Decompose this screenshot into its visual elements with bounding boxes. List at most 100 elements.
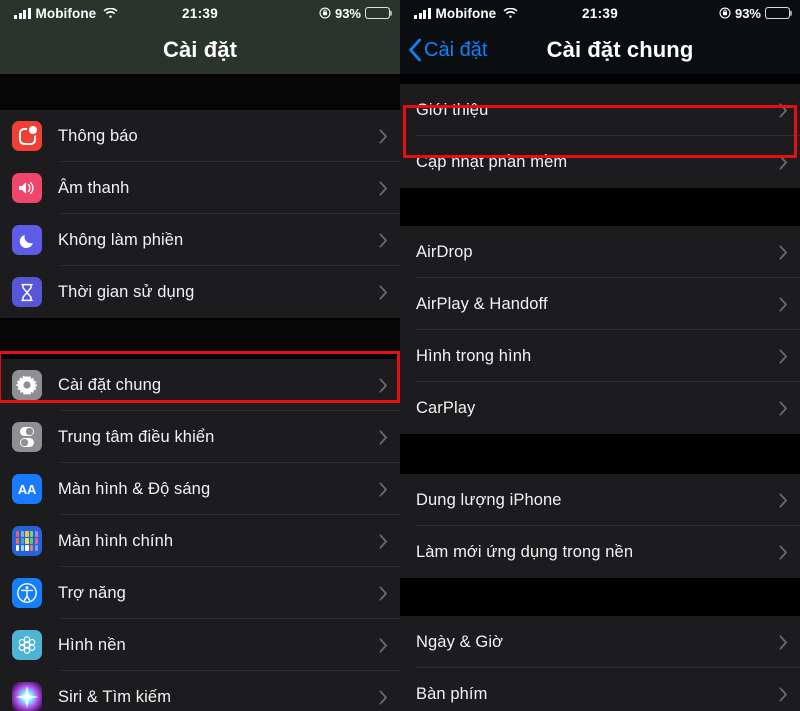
chevron-left-icon xyxy=(409,38,421,62)
chevron-right-icon xyxy=(779,544,788,560)
sidebar-item-screen-time[interactable]: Thời gian sử dụng xyxy=(0,266,400,318)
row-label: AirDrop xyxy=(416,242,473,261)
settings-list-left: Thông báo Âm thanh Không làm phiền Thời … xyxy=(0,110,400,711)
row-label: Thông báo xyxy=(58,126,138,145)
chevron-right-icon xyxy=(779,492,788,508)
siri-icon xyxy=(12,682,42,711)
row-label: Không làm phiền xyxy=(58,230,184,249)
sidebar-item-sounds[interactable]: Âm thanh xyxy=(0,162,400,214)
rotation-lock-icon xyxy=(319,7,331,19)
page-title: Cài đặt chung xyxy=(546,37,694,62)
settings-list-right: Giới thiệu Cập nhật phần mềm AirDrop Air… xyxy=(400,84,800,711)
chevron-right-icon xyxy=(379,180,388,196)
row-label: Hình trong hình xyxy=(416,346,532,365)
nav-bar-left: Cài đặt xyxy=(0,26,400,74)
chevron-right-icon xyxy=(379,377,388,393)
sidebar-item-accessibility[interactable]: Trợ năng xyxy=(0,567,400,619)
chevron-right-icon xyxy=(379,533,388,549)
chevron-right-icon xyxy=(779,154,788,170)
chevron-right-icon xyxy=(779,102,788,118)
row-label: Hình nền xyxy=(58,635,126,654)
chevron-right-icon xyxy=(779,686,788,702)
row-label: AirPlay & Handoff xyxy=(416,294,548,313)
back-button[interactable]: Cài đặt xyxy=(400,38,487,62)
chevron-right-icon xyxy=(779,244,788,260)
sidebar-item-wallpaper[interactable]: Hình nền xyxy=(0,619,400,671)
sidebar-item-notifications[interactable]: Thông báo xyxy=(0,110,400,162)
sidebar-item-general[interactable]: Cài đặt chung xyxy=(0,359,400,411)
chevron-right-icon xyxy=(379,689,388,705)
status-bar-left: Mobifone 21:39 93% xyxy=(0,0,400,26)
chevron-right-icon xyxy=(779,634,788,650)
list-item-carplay[interactable]: CarPlay xyxy=(400,382,800,434)
row-label: Ngày & Giờ xyxy=(416,632,504,651)
wallpaper-icon xyxy=(12,630,42,660)
row-label: CarPlay xyxy=(416,398,476,417)
status-bar-right-group: 93% xyxy=(719,6,790,21)
chevron-right-icon xyxy=(379,128,388,144)
left-phone-screen: Mobifone 21:39 93% Cài đặt Thông báo Âm … xyxy=(0,0,400,711)
battery-icon xyxy=(765,7,790,19)
list-item-software-update[interactable]: Cập nhật phần mềm xyxy=(400,136,800,188)
carrier-label: Mobifone xyxy=(435,5,497,21)
list-item-keyboard[interactable]: Bàn phím xyxy=(400,668,800,711)
list-item-airplay-handoff[interactable]: AirPlay & Handoff xyxy=(400,278,800,330)
sidebar-item-display-brightness[interactable]: AA Màn hình & Độ sáng xyxy=(0,463,400,515)
section-gap xyxy=(400,578,800,616)
section-gap xyxy=(400,74,800,84)
screen-time-icon xyxy=(12,277,42,307)
row-label: Trung tâm điều khiển xyxy=(58,427,215,446)
list-item-background-app-refresh[interactable]: Làm mới ứng dụng trong nền xyxy=(400,526,800,578)
section-gap xyxy=(0,318,400,359)
display-icon: AA xyxy=(12,474,42,504)
list-item-date-time[interactable]: Ngày & Giờ xyxy=(400,616,800,668)
sounds-icon xyxy=(12,173,42,203)
battery-icon xyxy=(365,7,390,19)
carrier-label: Mobifone xyxy=(35,5,97,21)
cellular-bars-icon xyxy=(14,7,31,19)
row-label: Âm thanh xyxy=(58,178,130,197)
row-label: Thời gian sử dụng xyxy=(58,282,195,301)
row-label: Dung lượng iPhone xyxy=(416,490,562,509)
row-label: Cập nhật phần mềm xyxy=(416,152,568,171)
sidebar-item-do-not-disturb[interactable]: Không làm phiền xyxy=(0,214,400,266)
chevron-right-icon xyxy=(779,348,788,364)
status-bar-right: Mobifone 21:39 93% xyxy=(400,0,800,26)
right-phone-screen: Mobifone 21:39 93% Cài đặt Cài đặt chung… xyxy=(400,0,800,711)
list-item-airdrop[interactable]: AirDrop xyxy=(400,226,800,278)
status-bar-left-group: Mobifone xyxy=(14,5,118,21)
rotation-lock-icon xyxy=(719,7,731,19)
wifi-icon xyxy=(503,7,518,19)
list-item-iphone-storage[interactable]: Dung lượng iPhone xyxy=(400,474,800,526)
sidebar-item-siri-search[interactable]: Siri & Tìm kiếm xyxy=(0,671,400,711)
row-label: Siri & Tìm kiếm xyxy=(58,687,172,706)
status-bar-right-group: 93% xyxy=(319,6,390,21)
dual-screenshot-container: Mobifone 21:39 93% Cài đặt Thông báo Âm … xyxy=(0,0,800,711)
chevron-right-icon xyxy=(379,232,388,248)
home-screen-icon xyxy=(12,526,42,556)
status-bar-left-group: Mobifone xyxy=(414,5,518,21)
section-gap xyxy=(0,74,400,110)
do-not-disturb-icon xyxy=(12,225,42,255)
battery-percent-label: 93% xyxy=(334,5,361,21)
sidebar-item-control-center[interactable]: Trung tâm điều khiển xyxy=(0,411,400,463)
list-item-about[interactable]: Giới thiệu xyxy=(400,84,800,136)
cellular-bars-icon xyxy=(414,7,431,19)
row-label: Trợ năng xyxy=(58,583,126,602)
row-label: Làm mới ứng dụng trong nền xyxy=(416,542,634,561)
chevron-right-icon xyxy=(779,400,788,416)
chevron-right-icon xyxy=(379,481,388,497)
battery-percent-label: 93% xyxy=(734,5,761,21)
notifications-icon xyxy=(12,121,42,151)
sidebar-item-home-screen[interactable]: Màn hình chính xyxy=(0,515,400,567)
accessibility-icon xyxy=(12,578,42,608)
chevron-right-icon xyxy=(379,284,388,300)
chevron-right-icon xyxy=(379,637,388,653)
chevron-right-icon xyxy=(379,429,388,445)
row-label: Bàn phím xyxy=(416,684,488,703)
section-gap xyxy=(400,434,800,474)
list-item-picture-in-picture[interactable]: Hình trong hình xyxy=(400,330,800,382)
row-label: Màn hình & Độ sáng xyxy=(58,479,211,498)
chevron-right-icon xyxy=(379,585,388,601)
nav-bar-right: Cài đặt Cài đặt chung xyxy=(400,26,800,74)
